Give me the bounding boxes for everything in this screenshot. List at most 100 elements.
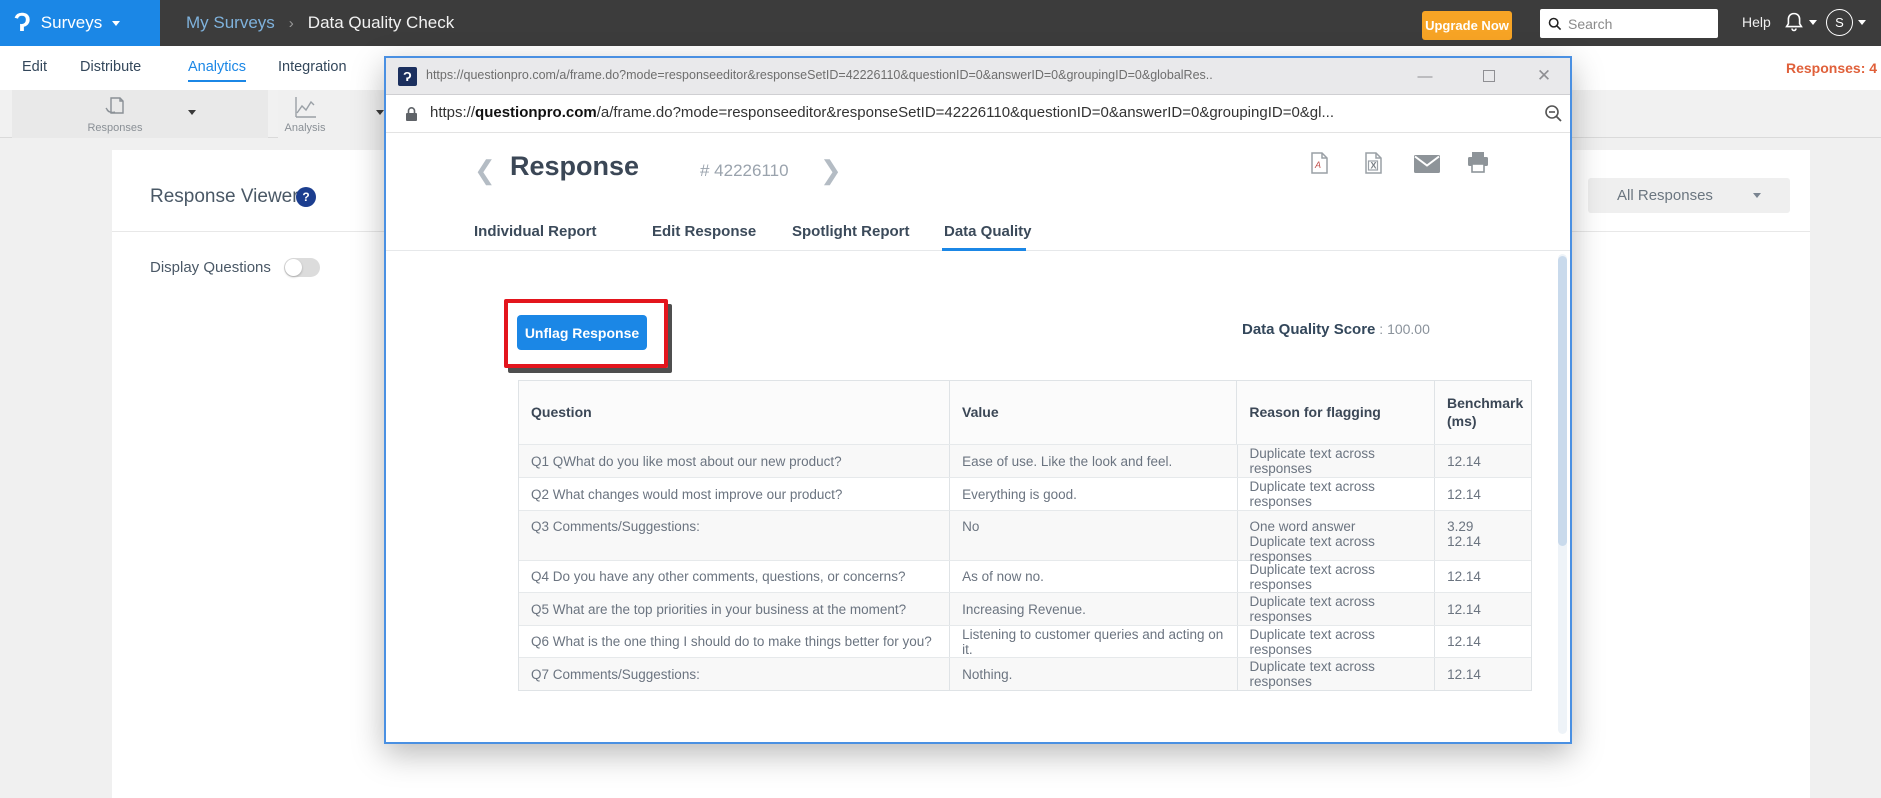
quality-row: Q1 QWhat do you like most about our new … [519,445,1531,478]
address-url: https://questionpro.com/a/frame.do?mode=… [430,104,1510,121]
search-icon [1548,17,1562,31]
help-link[interactable]: Help [1742,14,1771,30]
responses-report-icon [101,93,129,121]
toolbar-responses-label: Responses [87,122,143,134]
upgrade-now-button[interactable]: Upgrade Now [1422,11,1512,40]
tab-data-quality[interactable]: Data Quality [944,223,1032,240]
chevron-down-icon [1752,193,1761,198]
benchmark-cell: 12.14 [1447,601,1481,617]
scrollbar-thumb[interactable] [1558,256,1567,546]
chevron-down-icon[interactable] [376,110,384,115]
url-path: /a/frame.do?mode=responseeditor&response… [596,104,1334,121]
question-cell: Q2 What changes would most improve our p… [519,478,951,510]
question-cell: Q3 Comments/Suggestions: [519,511,951,560]
email-icon[interactable] [1414,155,1440,173]
unflag-response-button[interactable]: Unflag Response [517,315,647,350]
export-pdf-icon[interactable]: A [1308,151,1330,175]
tab-edit-response[interactable]: Edit Response [652,223,756,240]
data-quality-table: Question Value Reason for flagging Bench… [518,380,1532,691]
window-title-bar[interactable]: Ɂ https://questionpro.com/a/frame.do?mod… [386,58,1570,95]
export-excel-icon[interactable]: X [1362,151,1384,175]
scrollbar[interactable] [1558,254,1567,734]
toolbar-analysis-tile[interactable]: Analysis [278,90,390,138]
response-title: Response [510,151,640,181]
search-input[interactable] [1568,15,1698,32]
zoom-out-icon[interactable] [1544,104,1563,123]
chevron-down-icon [112,20,121,26]
quality-row: Q3 Comments/Suggestions: No One word ans… [519,511,1531,564]
response-filter-value: All Responses [1617,187,1713,204]
response-filter-dropdown[interactable]: All Responses [1588,178,1790,213]
value-cell: Listening to customer queries and acting… [950,626,1238,657]
address-bar[interactable]: https://questionpro.com/a/frame.do?mode=… [386,95,1570,133]
breadcrumb-my-surveys[interactable]: My Surveys [186,13,275,33]
print-icon[interactable] [1466,151,1490,174]
notifications-menu[interactable] [1784,11,1817,33]
product-switcher[interactable]: Ɂ Surveys [0,0,160,46]
response-editor-window: Ɂ https://questionpro.com/a/frame.do?mod… [384,56,1572,744]
reason-cell: Duplicate text across responses [1238,593,1436,625]
question-cell: Q4 Do you have any other comments, quest… [519,561,951,592]
quality-row: Q2 What changes would most improve our p… [519,478,1531,511]
nav-integration[interactable]: Integration [278,59,347,75]
chevron-down-icon [1809,19,1817,25]
question-cell: Q1 QWhat do you like most about our new … [519,445,951,477]
tab-individual-report[interactable]: Individual Report [474,223,597,240]
value-header: Value [950,381,1238,444]
svg-text:A: A [1314,160,1321,170]
account-menu[interactable]: S [1826,9,1866,36]
reason-cell: Duplicate text across responses [1238,658,1436,690]
value-cell: No [950,511,1238,560]
previous-response-chevron[interactable]: ❮ [474,155,496,186]
breadcrumb: My Surveys › Data Quality Check [186,0,454,46]
tab-spotlight-report[interactable]: Spotlight Report [792,223,909,240]
quality-row: Q7 Comments/Suggestions: Nothing. Duplic… [519,658,1531,690]
response-header: ❮ Response # 42226110 ❯ A X [386,133,1570,213]
response-tabs: Individual Report Edit Response Spotligh… [386,213,1570,251]
value-cell: Nothing. [950,658,1238,690]
window-title-url: https://questionpro.com/a/frame.do?mode=… [426,68,1213,82]
chevron-down-icon[interactable] [188,110,196,115]
help-question-icon[interactable]: ? [296,187,316,207]
analysis-chart-icon [291,93,319,121]
toolbar-analysis-label: Analysis [284,122,326,134]
url-scheme: https:// [430,104,476,121]
maximize-icon [1483,70,1495,82]
app-root: Ɂ Surveys My Surveys › Data Quality Chec… [0,0,1881,798]
reason-cell: Duplicate text across responses [1238,478,1436,510]
lock-icon [405,106,418,122]
minimize-button[interactable]: — [1412,64,1438,88]
chevron-down-icon [1858,20,1866,25]
questionpro-logo-icon: Ɂ [14,7,31,37]
benchmark-cell: 12.14 [1447,569,1481,584]
display-questions-toggle[interactable] [284,258,320,277]
toolbar-responses-tile[interactable]: Responses [12,90,268,138]
question-cell: Q5 What are the top priorities in your b… [519,593,951,625]
close-button[interactable]: ✕ [1531,64,1557,88]
url-domain: questionpro.com [475,104,597,121]
benchmark-cell: 12.14 [1447,634,1481,649]
benchmark-line: 12.14 [1447,534,1481,549]
maximize-button[interactable] [1476,64,1502,88]
reason-cell: One word answer Duplicate text across re… [1238,511,1436,564]
reason-line: One word answer [1249,519,1356,534]
reason-cell: Duplicate text across responses [1238,445,1436,477]
reason-line: Duplicate text across responses [1249,534,1375,564]
data-quality-score: Data Quality Score : 100.00 [1242,321,1430,338]
page-title: Response Viewer [150,186,299,207]
benchmark-header: Benchmark (ms) [1447,395,1524,429]
score-label: Data Quality Score [1242,321,1376,338]
product-name: Surveys [40,13,103,32]
toggle-knob [285,259,302,276]
question-header: Question [519,381,951,444]
top-bar: Ɂ Surveys My Surveys › Data Quality Chec… [0,0,1881,46]
breadcrumb-separator: › [288,14,294,32]
value-cell: As of now no. [950,561,1238,592]
nav-edit[interactable]: Edit [22,59,47,75]
next-response-chevron[interactable]: ❯ [820,155,842,186]
benchmark-cell: 12.14 [1447,666,1481,682]
nav-distribute[interactable]: Distribute [80,59,141,75]
nav-analytics[interactable]: Analytics [188,59,247,82]
global-search[interactable] [1540,9,1718,38]
breadcrumb-current: Data Quality Check [307,13,455,32]
